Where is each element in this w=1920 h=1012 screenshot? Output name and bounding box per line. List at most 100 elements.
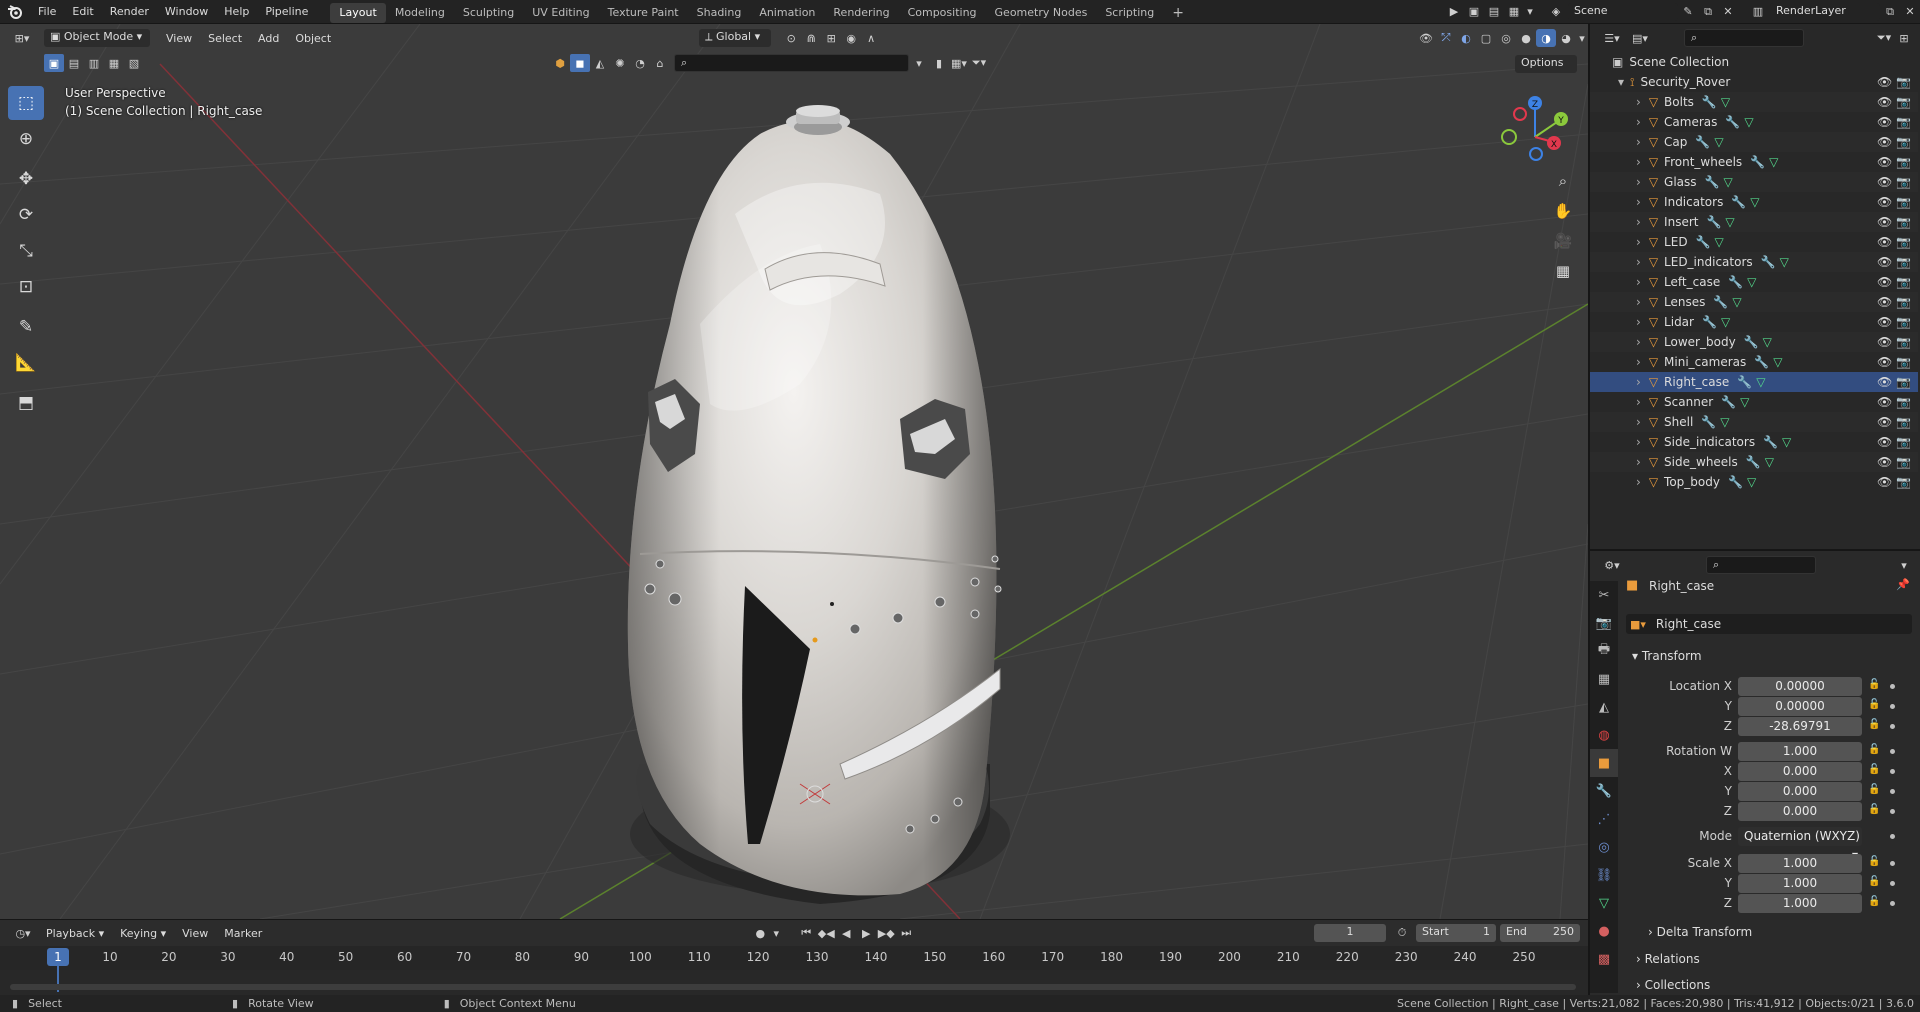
light-filter-icon[interactable]: ✺ (610, 54, 630, 72)
eye-icon[interactable]: 👁 (1877, 395, 1892, 409)
location-x-field[interactable]: 0.00000 (1738, 677, 1862, 696)
outliner-item[interactable]: › ▽ Lenses 🔧 ▽ 👁 📷 (1590, 292, 1918, 312)
select-intersect-icon[interactable]: ▧ (124, 54, 144, 72)
camera-render-icon[interactable]: 📷 (1896, 155, 1911, 169)
eye-icon[interactable]: 👁 (1877, 275, 1892, 289)
eye-icon[interactable]: 👁 (1877, 235, 1892, 249)
outliner-item[interactable]: › ▽ Insert 🔧 ▽ 👁 📷 (1590, 212, 1918, 232)
relations-header[interactable]: › Relations (1636, 952, 1700, 966)
eye-icon[interactable]: 👁 (1877, 115, 1892, 129)
chevron-right-icon[interactable]: › (1636, 295, 1641, 309)
eye-icon[interactable]: 👁 (1877, 135, 1892, 149)
delete-scene-icon[interactable]: ✕ (1718, 3, 1738, 21)
rotation-y-field[interactable]: 0.000 (1738, 782, 1862, 801)
start-frame-field[interactable]: Start 1 (1416, 924, 1496, 942)
mesh-data-icon[interactable]: ▽ (1765, 455, 1774, 469)
options-button[interactable]: Options (1515, 55, 1577, 73)
mesh-data-icon[interactable]: ▽ (1780, 255, 1789, 269)
new-scene-icon[interactable]: ⧉ (1698, 3, 1718, 21)
mesh-filter-icon[interactable]: ◭ (590, 54, 610, 72)
transform-tool-icon[interactable]: ⊡ (8, 270, 44, 304)
next-keyframe-icon[interactable]: ▶◆ (876, 924, 896, 942)
rotation-w-field[interactable]: 1.000 (1738, 742, 1862, 761)
eye-icon[interactable]: 👁 (1877, 475, 1892, 489)
outliner-item[interactable]: › ▽ Glass 🔧 ▽ 👁 📷 (1590, 172, 1918, 192)
outliner-item[interactable]: › ▽ LED 🔧 ▽ 👁 📷 (1590, 232, 1918, 252)
lock-icon[interactable]: 🔓 (1868, 856, 1880, 867)
tab-shading[interactable]: Shading (688, 3, 751, 23)
scene-selector[interactable]: Scene (1568, 2, 1678, 21)
outliner-item[interactable]: › ▽ Side_indicators 🔧 ▽ 👁 📷 (1590, 432, 1918, 452)
camera-render-icon[interactable]: 📷 (1896, 275, 1911, 289)
camera-render-icon[interactable]: 📷 (1896, 175, 1911, 189)
solid-shading-icon[interactable]: ● (1516, 29, 1536, 47)
viewport-search-input[interactable]: ⌕ (674, 54, 909, 72)
lock-icon[interactable]: 🔓 (1868, 719, 1880, 730)
lock-icon[interactable]: 🔓 (1868, 804, 1880, 815)
play-icon[interactable]: ▶ (856, 924, 876, 942)
outliner-scene-collection[interactable]: ▣ Scene Collection (1590, 52, 1918, 72)
modifier-wrench-icon[interactable]: 🔧 (1746, 455, 1761, 469)
annotate-tool-icon[interactable]: ✎ (8, 310, 44, 344)
measure-tool-icon[interactable]: 📐 (8, 346, 44, 380)
new-collection-icon[interactable]: ⊞ (1894, 29, 1914, 47)
chevron-right-icon[interactable]: › (1636, 275, 1641, 289)
modifier-wrench-icon[interactable]: 🔧 (1721, 395, 1736, 409)
camera-render-icon[interactable]: 📷 (1896, 255, 1911, 269)
3d-viewport[interactable]: Z Y X ⊞▾ ▣ Object Mode ▾ View Select Add… (0, 24, 1588, 919)
new-layer-icon[interactable]: ⧉ (1880, 3, 1900, 21)
keyframe-dot[interactable] (1890, 809, 1895, 814)
mesh-data-icon[interactable]: ▽ (1750, 195, 1759, 209)
modifier-wrench-icon[interactable]: 🔧 (1763, 435, 1778, 449)
empty-filter-icon[interactable]: ⌂ (650, 54, 670, 72)
delete-layer-icon[interactable]: ✕ (1900, 3, 1920, 21)
chevron-down-icon[interactable]: ▾ (1894, 556, 1914, 574)
eye-icon[interactable]: 👁 (1877, 435, 1892, 449)
outliner-item[interactable]: › ▽ Cameras 🔧 ▽ 👁 📷 (1590, 112, 1918, 132)
chevron-right-icon[interactable]: › (1636, 115, 1641, 129)
camera-render-icon[interactable]: 📷 (1896, 395, 1911, 409)
prev-keyframe-icon[interactable]: ◆◀ (816, 924, 836, 942)
menu-add[interactable]: Add (250, 32, 287, 45)
keyframe-dot[interactable] (1890, 704, 1895, 709)
mesh-data-icon[interactable]: ▽ (1715, 235, 1724, 249)
chevron-right-icon[interactable]: › (1636, 375, 1641, 389)
menu-file[interactable]: File (30, 0, 64, 24)
eye-icon[interactable]: 👁 (1877, 175, 1892, 189)
eye-icon[interactable]: 👁 (1877, 355, 1892, 369)
mesh-data-icon[interactable]: ▽ (1740, 395, 1749, 409)
transform-orientation[interactable]: ⟂ Global ▾ (699, 29, 772, 47)
ortho-grid-icon[interactable]: ▦ (1550, 258, 1576, 284)
chevron-down-icon[interactable]: ▾ (909, 54, 929, 72)
chevron-right-icon[interactable]: › (1636, 335, 1641, 349)
chevron-right-icon[interactable]: › (1636, 95, 1641, 109)
modifier-wrench-icon[interactable]: 🔧 (1731, 195, 1746, 209)
menu-object[interactable]: Object (287, 32, 339, 45)
keyframe-dot[interactable] (1890, 881, 1895, 886)
rotation-z-field[interactable]: 0.000 (1738, 802, 1862, 821)
chevron-right-icon[interactable]: › (1636, 255, 1641, 269)
menu-render[interactable]: Render (102, 0, 157, 24)
scale-tool-icon[interactable]: ⤡ (8, 234, 44, 268)
rotation-mode-dropdown[interactable]: Quaternion (WXYZ) ▾ (1738, 827, 1862, 862)
outliner-item[interactable]: › ▽ Top_body 🔧 ▽ 👁 📷 (1590, 472, 1918, 492)
outliner-search-input[interactable]: ⌕ (1684, 29, 1804, 47)
output-tab-icon[interactable]: 🖶 (1590, 637, 1618, 665)
tab-texture-paint[interactable]: Texture Paint (599, 3, 688, 23)
tab-modeling[interactable]: Modeling (386, 3, 454, 23)
properties-search-input[interactable]: ⌕ (1706, 556, 1816, 574)
navigation-gizmo[interactable]: Z Y X (1501, 96, 1568, 161)
outliner-item[interactable]: › ▽ Lidar 🔧 ▽ 👁 📷 (1590, 312, 1918, 332)
chevron-down-icon[interactable]: ▾ (1576, 29, 1588, 47)
scale-z-field[interactable]: 1.000 (1738, 894, 1862, 913)
chevron-right-icon[interactable]: › (1636, 475, 1641, 489)
falloff-icon[interactable]: ∧ (861, 29, 881, 47)
playhead[interactable]: 1 (47, 948, 69, 966)
outliner-item[interactable]: › ▽ Lower_body 🔧 ▽ 👁 📷 (1590, 332, 1918, 352)
chevron-right-icon[interactable]: › (1636, 155, 1641, 169)
camera-render-icon[interactable]: 📷 (1896, 475, 1911, 489)
xray-icon[interactable]: ▢ (1476, 29, 1496, 47)
outliner-item[interactable]: › ▽ Right_case 🔧 ▽ 👁 📷 (1590, 372, 1918, 392)
camera-render-icon[interactable]: 📷 (1896, 315, 1911, 329)
menu-timeline-view[interactable]: View (174, 927, 216, 940)
